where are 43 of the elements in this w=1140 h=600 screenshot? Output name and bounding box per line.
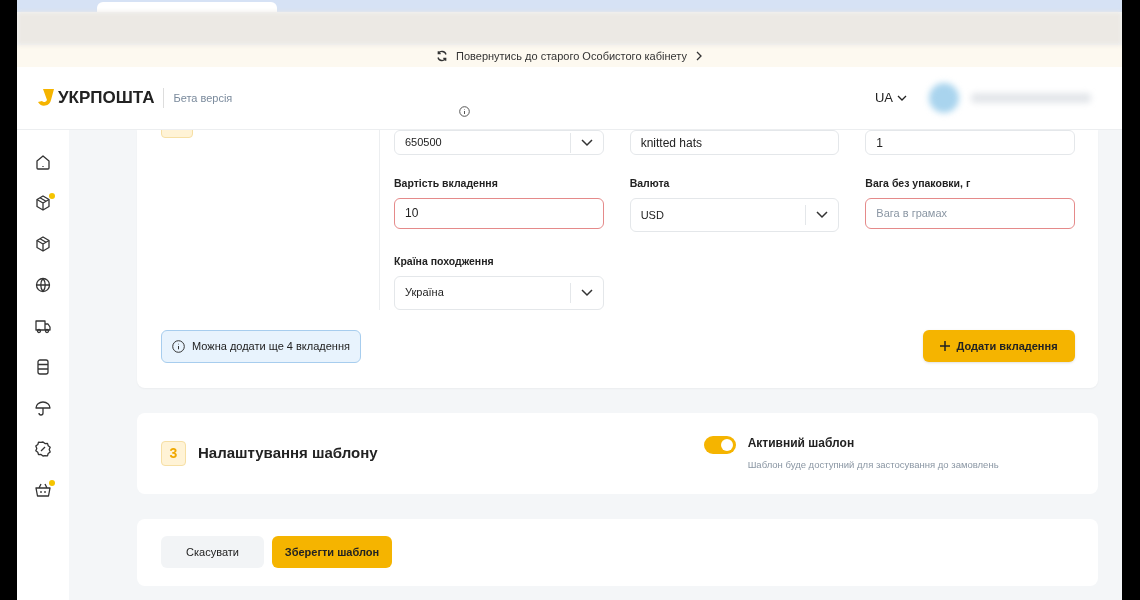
truck-icon[interactable] <box>34 317 52 335</box>
chevron-down-icon <box>816 210 829 219</box>
field-label: Вартість вкладення <box>394 176 499 191</box>
section-title: Налаштування шаблону <box>198 442 378 463</box>
globe-icon[interactable] <box>34 276 52 294</box>
select-field[interactable]: 650500 <box>394 130 604 155</box>
input-field[interactable]: 1 <box>865 130 1075 155</box>
umbrella-icon[interactable] <box>34 399 52 417</box>
chevron-down-icon <box>897 94 907 102</box>
cancel-button[interactable]: Скасувати <box>161 536 264 568</box>
logo-icon <box>37 88 55 108</box>
refresh-icon <box>436 50 448 62</box>
note-text: Можна додати ще 4 вкладення <box>192 338 350 354</box>
input-field[interactable]: Вага в грамах <box>865 197 1075 229</box>
logo-text: УКРПОШТА <box>58 87 155 110</box>
select-field[interactable]: Україна <box>394 275 604 310</box>
field-label: Валюта <box>629 176 671 191</box>
input-field[interactable]: knitted hats <box>629 130 840 155</box>
toggle-label: Активний шаблон <box>747 434 856 452</box>
chevron-down-icon <box>580 138 593 147</box>
discount-badge-icon[interactable] <box>34 440 52 458</box>
add-attachment-button[interactable]: Додати вкладення <box>923 330 1075 362</box>
toggle-description: Шаблон буде доступний для застосування до замовлень <box>747 457 999 472</box>
plus-icon <box>940 341 951 351</box>
field-label: Країна походження <box>394 253 495 269</box>
field-label: Вага без упаковки, г <box>865 176 972 191</box>
toggle-switch[interactable] <box>703 435 736 454</box>
select-field[interactable]: USD <box>629 197 840 232</box>
chevron-down-icon <box>580 288 593 297</box>
home-icon[interactable] <box>34 153 52 171</box>
back-link[interactable]: Повернутись до старого Особистого кабінету <box>456 47 687 65</box>
language-selector[interactable]: UA <box>874 88 907 108</box>
chevron-right-icon <box>694 51 703 61</box>
input-field[interactable]: 10 <box>394 197 604 229</box>
step-number: 3 <box>161 440 186 466</box>
beta-label: Бета версія <box>173 90 233 106</box>
basket-icon[interactable] <box>34 481 52 499</box>
box-icon[interactable] <box>34 235 52 253</box>
info-icon <box>172 339 185 353</box>
save-button[interactable]: Зберегти шаблон <box>272 536 392 568</box>
info-icon <box>459 106 470 117</box>
stack-icon[interactable] <box>34 358 52 376</box>
box-icon[interactable] <box>34 194 52 212</box>
